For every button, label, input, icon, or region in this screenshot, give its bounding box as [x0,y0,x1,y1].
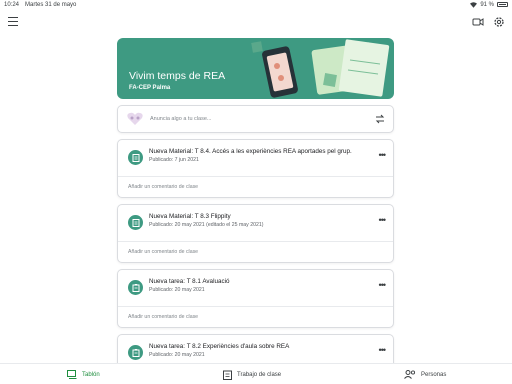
add-comment[interactable]: Añadir un comentario de clase [118,241,393,262]
status-date: Martes 31 de mayo [25,1,77,8]
assignment-icon [128,345,143,360]
gear-icon[interactable] [493,16,505,28]
stream-icon [67,370,77,379]
post-title: Nueva tarea: T 8.2 Experiències d'aula s… [149,343,290,350]
people-icon [404,370,416,379]
add-comment[interactable]: Añadir un comentario de clase [118,176,393,197]
status-time: 10:24 [4,1,20,8]
post-date: Publicado: 20 may 2021 [149,352,205,358]
banner-illustration [251,39,390,98]
wifi-icon [470,1,478,8]
tab-people-label: Personas [421,371,447,378]
repost-icon[interactable] [375,114,385,124]
announce-placeholder: Anuncia algo a tu clase... [150,116,212,122]
material-icon [128,150,143,165]
add-comment[interactable]: Añadir un comentario de clase [118,306,393,327]
class-stream: Vivim temps de REA FA-CEP Palma Anuncia … [117,38,394,372]
post-date: Publicado: 20 may 2021 [149,287,205,293]
tab-people[interactable]: Personas [404,370,446,379]
post-title: Nueva tarea: T 8.1 Avaluació [149,278,230,285]
post-title: Nueva Material: T 8.3 Flippity [149,213,231,220]
class-title: Vivim temps de REA [129,70,226,82]
people-heart-icon [127,112,143,125]
post-date: Publicado: 20 may 2021 (editado el 25 ma… [149,222,264,228]
material-icon [128,215,143,230]
announce-box[interactable]: Anuncia algo a tu clase... [117,105,394,133]
battery-icon [497,2,508,7]
bottom-navigation: Tablón Trabajo de clase Personas [0,363,512,384]
post-title: Nueva Material: T 8.4. Accés a les exper… [149,148,352,155]
class-banner[interactable]: Vivim temps de REA FA-CEP Palma [117,38,394,99]
assignment-icon [128,280,143,295]
post-card[interactable]: Nueva tarea: T 8.1 Avaluació Publicado: … [117,269,394,328]
tab-stream[interactable]: Tablón [67,370,100,379]
tab-classwork-label: Trabajo de clase [237,372,282,378]
post-card[interactable]: Nueva Material: T 8.4. Accés a les exper… [117,139,394,198]
tab-classwork[interactable]: Trabajo de clase [223,370,281,380]
tab-stream-label: Tablón [82,371,100,378]
menu-icon[interactable] [8,17,18,26]
more-icon[interactable]: ••• [379,345,387,355]
post-date: Publicado: 7 jun 2021 [149,157,199,163]
app-bar [0,10,512,34]
more-icon[interactable]: ••• [379,215,387,225]
class-subtitle: FA-CEP Palma [129,85,171,91]
video-camera-icon[interactable] [472,16,484,28]
classwork-icon [223,370,232,380]
battery-percent: 91 % [480,1,494,8]
status-bar: 10:24 Martes 31 de mayo 91 % [0,0,512,9]
post-card[interactable]: Nueva Material: T 8.3 Flippity Publicado… [117,204,394,263]
more-icon[interactable]: ••• [379,150,387,160]
more-icon[interactable]: ••• [379,280,387,290]
